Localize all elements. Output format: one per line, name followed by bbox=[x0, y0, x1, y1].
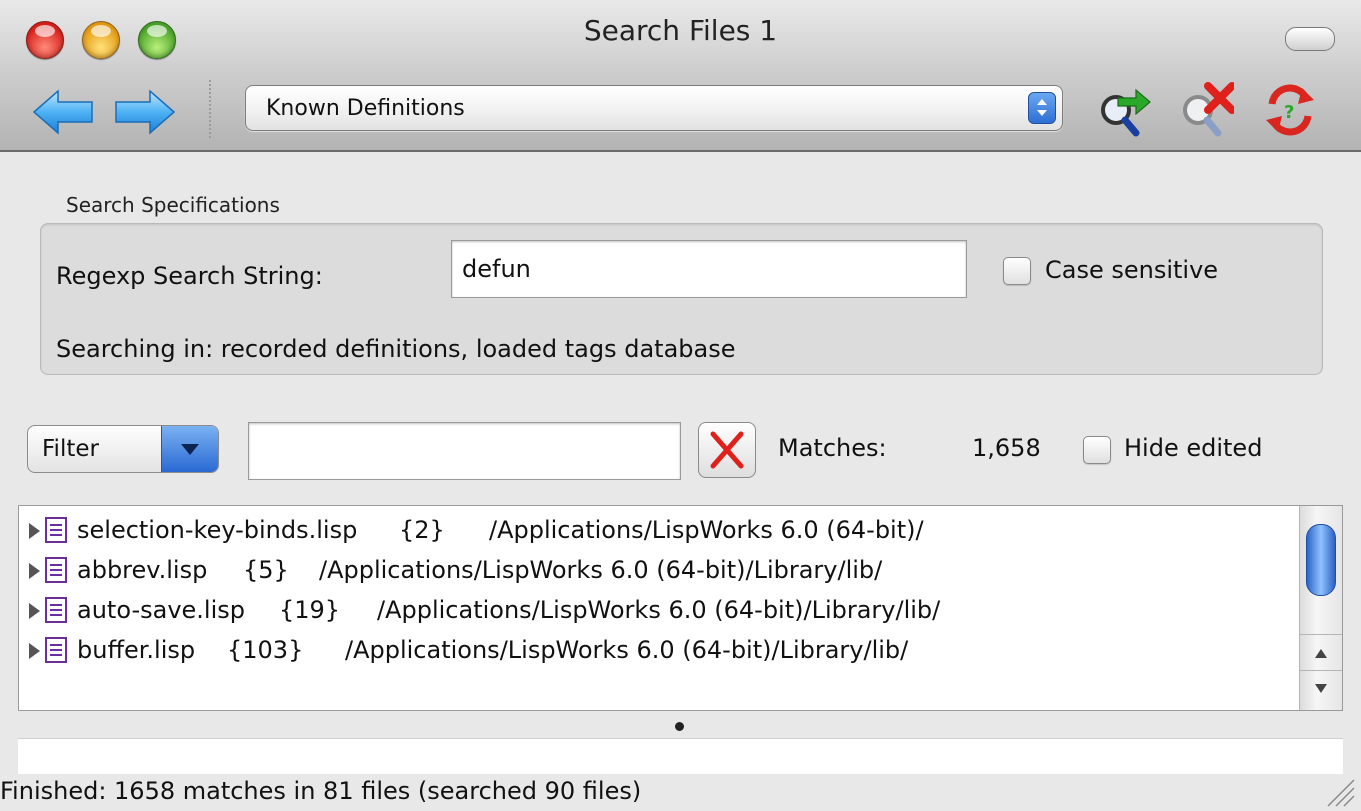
arrow-up-icon bbox=[1315, 649, 1327, 658]
filter-dropdown-toggle[interactable] bbox=[161, 426, 218, 472]
red-x-icon bbox=[710, 431, 744, 469]
result-file-path: /Applications/LispWorks 6.0 (64-bit)/Lib… bbox=[319, 556, 883, 584]
lisp-file-icon bbox=[45, 597, 67, 623]
chevron-down-icon bbox=[181, 444, 199, 455]
filter-button[interactable]: Filter bbox=[27, 425, 219, 473]
search-type-select[interactable]: Known Definitions bbox=[245, 85, 1063, 131]
lisp-file-icon bbox=[45, 637, 67, 663]
lisp-file-icon bbox=[45, 517, 67, 543]
result-match-count: {19} bbox=[279, 596, 341, 624]
svg-text:?: ? bbox=[1284, 102, 1294, 123]
stop-search-button[interactable] bbox=[1178, 80, 1234, 138]
resize-grip-icon[interactable] bbox=[1322, 776, 1356, 808]
matches-count: 1,658 bbox=[972, 434, 1041, 462]
magnifier-green-arrow-icon bbox=[1101, 88, 1151, 137]
filter-input[interactable] bbox=[248, 422, 681, 480]
pane-split-handle[interactable] bbox=[675, 722, 684, 731]
clear-filter-button[interactable] bbox=[698, 422, 756, 478]
result-file-name: selection-key-binds.lisp bbox=[77, 516, 358, 544]
result-row[interactable]: auto-save.lisp {19} /Applications/LispWo… bbox=[19, 590, 1299, 630]
disclosure-triangle-icon[interactable] bbox=[29, 563, 40, 579]
left-arrow-icon bbox=[32, 89, 93, 135]
disclosure-triangle-icon[interactable] bbox=[29, 643, 40, 659]
result-file-path: /Applications/LispWorks 6.0 (64-bit)/Lib… bbox=[345, 636, 909, 664]
disclosure-triangle-icon[interactable] bbox=[29, 603, 40, 619]
search-specifications-heading: Search Specifications bbox=[66, 193, 280, 217]
lisp-file-icon bbox=[45, 557, 67, 583]
scroll-down-button[interactable] bbox=[1300, 670, 1342, 709]
forward-button[interactable] bbox=[108, 87, 178, 137]
window-title: Search Files 1 bbox=[583, 14, 778, 47]
result-match-count: {5} bbox=[243, 556, 289, 584]
hide-edited-label[interactable]: Hide edited bbox=[1124, 434, 1262, 462]
result-row[interactable]: selection-key-binds.lisp {2} /Applicatio… bbox=[19, 510, 1299, 550]
status-bar-text: Finished: 1658 matches in 81 files (sear… bbox=[0, 777, 642, 805]
result-file-path: /Applications/LispWorks 6.0 (64-bit)/Lib… bbox=[377, 596, 941, 624]
red-circular-arrows-icon: ? bbox=[1266, 84, 1314, 136]
search-type-selected: Known Definitions bbox=[266, 96, 465, 121]
result-row[interactable]: buffer.lisp {103} /Applications/LispWork… bbox=[19, 630, 1299, 670]
results-scrollbar[interactable] bbox=[1299, 506, 1342, 710]
results-list[interactable]: selection-key-binds.lisp {2} /Applicatio… bbox=[18, 505, 1343, 711]
result-file-name: buffer.lisp bbox=[77, 636, 196, 664]
disclosure-triangle-icon[interactable] bbox=[29, 523, 40, 539]
start-search-button[interactable] bbox=[1096, 80, 1152, 138]
case-sensitive-label[interactable]: Case sensitive bbox=[1045, 256, 1218, 284]
hide-edited-checkbox[interactable] bbox=[1083, 436, 1111, 464]
magnifier-red-x-icon bbox=[1183, 82, 1234, 137]
toolbar-toggle-button[interactable] bbox=[1285, 27, 1335, 51]
echo-area bbox=[18, 738, 1343, 774]
scroll-thumb[interactable] bbox=[1306, 524, 1336, 596]
scroll-up-button[interactable] bbox=[1300, 634, 1342, 669]
result-file-path: /Applications/LispWorks 6.0 (64-bit)/ bbox=[489, 516, 924, 544]
regexp-search-input[interactable] bbox=[451, 240, 967, 298]
searching-in-text: Searching in: recorded definitions, load… bbox=[56, 335, 736, 363]
regexp-label: Regexp Search String: bbox=[56, 262, 323, 290]
reset-search-button[interactable]: ? bbox=[1262, 80, 1318, 138]
result-file-name: auto-save.lisp bbox=[77, 596, 245, 624]
arrow-down-icon bbox=[1315, 684, 1327, 693]
case-sensitive-checkbox[interactable] bbox=[1003, 257, 1031, 285]
back-button[interactable] bbox=[30, 87, 100, 137]
result-match-count: {2} bbox=[399, 516, 445, 544]
matches-label: Matches: bbox=[778, 434, 887, 462]
result-file-name: abbrev.lisp bbox=[77, 556, 208, 584]
select-stepper-icon bbox=[1028, 92, 1056, 124]
filter-label: Filter bbox=[42, 436, 99, 462]
right-arrow-icon bbox=[115, 89, 176, 135]
result-match-count: {103} bbox=[227, 636, 304, 664]
toolbar-separator bbox=[209, 80, 211, 138]
result-row[interactable]: abbrev.lisp {5} /Applications/LispWorks … bbox=[19, 550, 1299, 590]
